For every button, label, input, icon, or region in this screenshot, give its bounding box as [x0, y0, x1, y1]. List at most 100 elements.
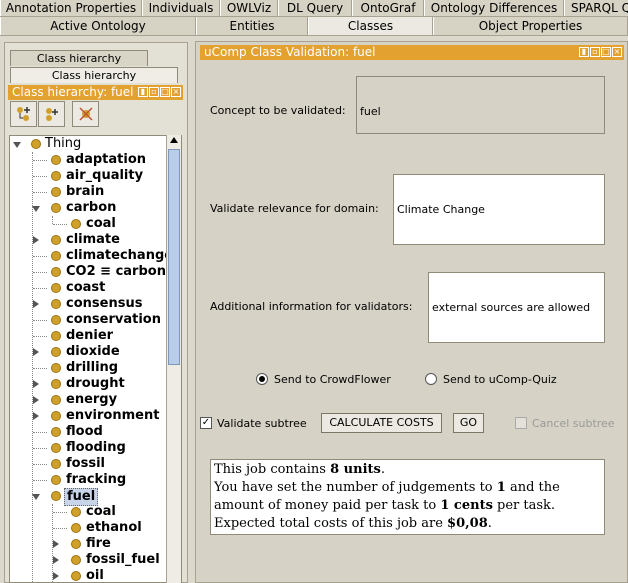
tree-item-air-quality[interactable]: air_quality	[10, 168, 175, 184]
expanded-icon[interactable]	[13, 142, 21, 148]
class-tree[interactable]: Thing adaptation air_quality brain carbo…	[9, 135, 182, 583]
validate-subtree-checkbox[interactable]: ✓	[200, 417, 212, 429]
maximize-icon[interactable]: □	[601, 47, 611, 57]
collapsed-icon[interactable]	[33, 300, 39, 308]
concept-field: fuel	[356, 76, 605, 134]
summary-text: This job contains	[214, 462, 331, 477]
class-icon	[51, 395, 61, 405]
collapsed-icon[interactable]	[53, 556, 59, 564]
pin-icon[interactable]: ▮	[579, 47, 589, 57]
tree-item-fuel[interactable]: fuel	[10, 488, 175, 506]
tree-item-oil[interactable]: oil	[10, 568, 175, 582]
summary-text: .	[487, 516, 492, 531]
cancel-subtree-label: Cancel subtree	[532, 417, 615, 430]
tree-item-coal[interactable]: coal	[10, 216, 175, 232]
maximize-icon[interactable]: □	[160, 87, 170, 97]
add-sibling-button[interactable]	[38, 101, 65, 127]
class-icon	[71, 571, 81, 581]
tree-item-denier[interactable]: denier	[10, 328, 175, 344]
tree-item-climatechange[interactable]: climatechange	[10, 248, 175, 264]
tree-item-label: climatechange	[66, 248, 174, 263]
info-field[interactable]: external sources are allowed	[428, 272, 605, 343]
tab-sparql-query[interactable]: SPARQL Query	[564, 0, 628, 16]
ucomp-quiz-radio[interactable]	[425, 373, 437, 385]
main-tab-row: Active Ontology Entities Classes Object …	[0, 17, 628, 36]
class-icon	[51, 379, 61, 389]
summary-line-judgements: You have set the number of judgements to…	[214, 479, 601, 497]
tree-item-flood[interactable]: flood	[10, 424, 175, 440]
add-subclass-button[interactable]	[10, 101, 37, 127]
tree-item-fossil[interactable]: fossil	[10, 456, 175, 472]
tab-dl-query[interactable]: DL Query	[278, 0, 352, 16]
tree-item-climate[interactable]: climate	[10, 232, 175, 248]
tab-owlviz[interactable]: OWLViz	[220, 0, 278, 16]
collapsed-icon[interactable]	[33, 396, 39, 404]
tree-item-label: fossil_fuel	[86, 552, 160, 567]
tab-ontograf[interactable]: OntoGraf	[352, 0, 424, 16]
tree-item-carbon[interactable]: carbon	[10, 200, 175, 216]
tree-item-ethanol[interactable]: ethanol	[10, 520, 175, 536]
tree-item-environment[interactable]: environment	[10, 408, 175, 424]
tab-individuals[interactable]: Individuals	[142, 0, 220, 16]
tree-item-consensus[interactable]: consensus	[10, 296, 175, 312]
collapsed-icon[interactable]	[53, 540, 59, 548]
class-icon	[51, 235, 61, 245]
tree-item-fire[interactable]: fire	[10, 536, 175, 552]
tree-item-label: consensus	[66, 296, 143, 311]
class-icon	[51, 203, 61, 213]
class-icon	[71, 539, 81, 549]
tree-item-coal-2[interactable]: coal	[10, 504, 175, 520]
tree-item-label: ethanol	[86, 520, 142, 535]
top-tab-row: Annotation Properties Individuals OWLViz…	[0, 0, 628, 17]
tree-item-drought[interactable]: drought	[10, 376, 175, 392]
float-icon[interactable]: ▫	[149, 87, 159, 97]
units-value: 8 units	[330, 462, 381, 477]
tab-ontology-differences[interactable]: Ontology Differences	[424, 0, 564, 16]
total-value: $0,08	[447, 516, 488, 531]
tree-item-brain[interactable]: brain	[10, 184, 175, 200]
class-icon	[51, 363, 61, 373]
close-icon[interactable]: ×	[171, 87, 181, 97]
tab-object-properties[interactable]: Object Properties	[433, 17, 628, 35]
tree-item-fracking[interactable]: fracking	[10, 472, 175, 488]
tab-class-hierarchy[interactable]: Class hierarchy	[10, 67, 178, 83]
delete-class-button[interactable]	[72, 101, 99, 127]
go-button[interactable]: GO	[453, 413, 484, 433]
expanded-icon[interactable]	[32, 206, 40, 212]
domain-field[interactable]: Climate Change	[393, 174, 605, 245]
cancel-subtree-checkbox[interactable]	[515, 417, 527, 429]
pin-icon[interactable]: ▮	[138, 87, 148, 97]
tree-item-thing[interactable]: Thing	[10, 136, 175, 152]
tree-item-label: brain	[66, 184, 105, 199]
tab-active-ontology[interactable]: Active Ontology	[0, 17, 196, 35]
calculate-costs-button[interactable]: CALCULATE COSTS	[321, 413, 442, 433]
tree-scrollbar[interactable]	[166, 135, 181, 583]
tree-item-energy[interactable]: energy	[10, 392, 175, 408]
collapsed-icon[interactable]	[53, 572, 59, 580]
tree-item-adaptation[interactable]: adaptation	[10, 152, 175, 168]
tree-item-conservation[interactable]: conservation	[10, 312, 175, 328]
tab-classes[interactable]: Classes	[308, 17, 433, 35]
tab-annotation-properties[interactable]: Annotation Properties	[0, 0, 142, 16]
collapsed-icon[interactable]	[33, 412, 39, 420]
tree-item-fossil-fuel[interactable]: fossil_fuel	[10, 552, 175, 568]
tree-item-coast[interactable]: coast	[10, 280, 175, 296]
scroll-thumb[interactable]	[168, 149, 180, 365]
crowdflower-radio[interactable]	[256, 373, 268, 385]
collapsed-icon[interactable]	[33, 380, 39, 388]
close-icon[interactable]: ×	[612, 47, 622, 57]
class-icon	[51, 411, 61, 421]
tree-item-co2[interactable]: CO2 ≡ carbon_	[10, 264, 175, 280]
expanded-icon[interactable]	[32, 494, 40, 500]
tab-class-hierarchy-inferred[interactable]: Class hierarchy (inferred)	[10, 50, 148, 80]
tab-entities[interactable]: Entities	[196, 17, 308, 35]
info-label: Additional information for validators:	[210, 300, 413, 313]
summary-line-payment: amount of money paid per task to 1 cents…	[214, 497, 601, 515]
collapsed-icon[interactable]	[33, 236, 39, 244]
scroll-up-icon[interactable]	[170, 137, 178, 143]
tree-item-drilling[interactable]: drilling	[10, 360, 175, 376]
tree-item-dioxide[interactable]: dioxide	[10, 344, 175, 360]
float-icon[interactable]: ▫	[590, 47, 600, 57]
collapsed-icon[interactable]	[33, 348, 39, 356]
tree-item-flooding[interactable]: flooding	[10, 440, 175, 456]
